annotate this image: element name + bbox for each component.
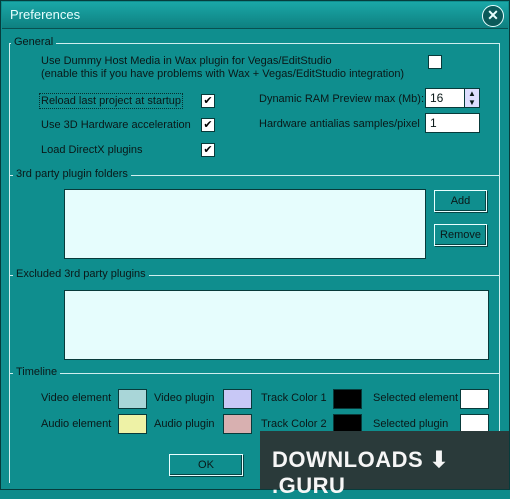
remove-folder-button[interactable]: Remove: [434, 224, 487, 246]
general-divider: [9, 43, 499, 44]
antialias-value: 1: [430, 116, 437, 130]
watermark-text: DOWNLOADS ⬇ .GURU: [272, 447, 449, 498]
title-bar[interactable]: Preferences ✕: [2, 2, 508, 29]
watermark-banner: DOWNLOADS ⬇ .GURU: [260, 431, 509, 498]
excluded-plugins-list[interactable]: [64, 290, 489, 360]
audio-plugin-swatch[interactable]: [223, 414, 252, 434]
reload-last-project-label: Reload last project at startup: [38, 93, 184, 109]
track-color-1-label: Track Color 1: [261, 392, 327, 404]
ram-preview-spinner[interactable]: 16 ▲ ▼: [425, 88, 480, 108]
track-color-2-label: Track Color 2: [261, 418, 327, 430]
audio-element-label: Audio element: [41, 418, 112, 430]
general-section-title: General: [11, 36, 57, 48]
hw3d-checkbox[interactable]: ✔: [201, 118, 215, 132]
excluded-plugins-section-title: Excluded 3rd party plugins: [13, 268, 149, 280]
spinner-arrows-icon[interactable]: ▲ ▼: [464, 89, 479, 107]
audio-element-swatch[interactable]: [118, 414, 147, 434]
video-plugin-label: Video plugin: [154, 392, 215, 404]
antialias-label: Hardware antialias samples/pixel: [259, 118, 420, 130]
selected-element-label: Selected element: [373, 392, 458, 404]
selected-plugin-label: Selected plugin: [373, 418, 449, 430]
dummy-host-label: Use Dummy Host Media in Wax plugin for V…: [41, 55, 332, 67]
close-icon[interactable]: ✕: [482, 5, 504, 27]
directx-checkbox[interactable]: ✔: [201, 143, 215, 157]
reload-last-project-checkbox[interactable]: ✔: [201, 94, 215, 108]
selected-element-swatch[interactable]: [460, 389, 489, 409]
plugin-folders-section-title: 3rd party plugin folders: [13, 168, 131, 180]
ok-button[interactable]: OK: [169, 454, 243, 476]
video-plugin-swatch[interactable]: [223, 389, 252, 409]
directx-label: Load DirectX plugins: [41, 144, 143, 156]
video-element-label: Video element: [41, 392, 112, 404]
ram-preview-label: Dynamic RAM Preview max (Mb):: [259, 93, 425, 105]
ram-preview-value: 16: [430, 91, 444, 105]
antialias-input[interactable]: 1: [425, 113, 480, 133]
dummy-host-checkbox[interactable]: [428, 55, 442, 69]
video-element-swatch[interactable]: [118, 389, 147, 409]
window-title: Preferences: [10, 7, 81, 22]
preferences-window: Preferences ✕ General Use Dummy Host Med…: [0, 0, 510, 498]
add-folder-button[interactable]: Add: [434, 190, 487, 212]
plugin-folders-list[interactable]: [64, 189, 426, 259]
timeline-section-title: Timeline: [13, 366, 61, 378]
dummy-host-hint: (enable this if you have problems with W…: [41, 68, 405, 80]
track-color-1-swatch[interactable]: [333, 389, 362, 409]
hw3d-label: Use 3D Hardware acceleration: [41, 119, 191, 131]
audio-plugin-label: Audio plugin: [154, 418, 215, 430]
